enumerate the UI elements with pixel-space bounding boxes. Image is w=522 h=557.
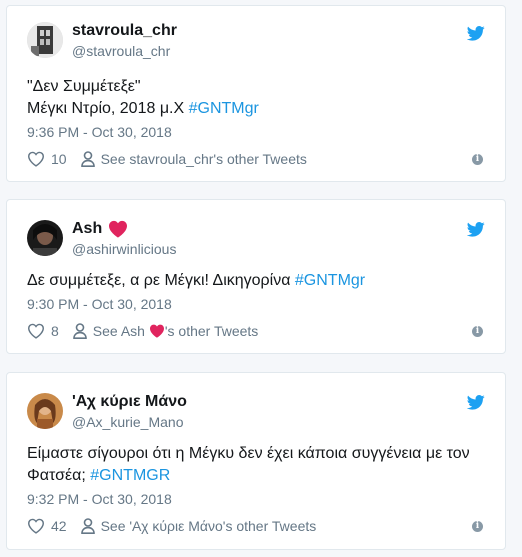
see-other-tweets-link[interactable]: See 'Αχ κύριε Μάνο's other Tweets [80, 518, 317, 534]
see-other-tweets-label: See 'Αχ κύριε Μάνο's other Tweets [100, 518, 317, 534]
avatar[interactable] [27, 22, 63, 58]
tweet-card: stavroula_chr @stavroula_chr "Δεν Συμμέτ… [6, 5, 506, 182]
red-heart-icon [149, 324, 164, 338]
see-other-tweets-label: See stavroula_chr's other Tweets [100, 151, 307, 167]
tweet-line: Δε συμμέτεξε, α ρε Μέγκι! Δικηγορίνα #GN… [27, 270, 489, 292]
tweet-line-text: Δε συμμέτεξε, α ρε Μέγκι! Δικηγορίνα [27, 272, 295, 289]
tweet-actions: 10 See stavroula_chr's other Tweets [27, 151, 307, 167]
hashtag-link[interactable]: #GNTMGR [90, 467, 170, 484]
person-icon [80, 518, 95, 534]
person-icon [80, 151, 95, 167]
person-icon [72, 323, 87, 339]
avatar[interactable] [27, 393, 63, 429]
twitter-bird-icon[interactable] [467, 395, 485, 410]
author-name[interactable]: 'Αχ κύριε Μάνο [72, 393, 187, 411]
heart-outline-icon [27, 518, 45, 534]
like-button[interactable]: 8 [27, 323, 59, 339]
hashtag-link[interactable]: #GNTMgr [189, 100, 259, 117]
author-name[interactable]: stavroula_chr [72, 22, 177, 40]
tweet-card: Ash @ashirwinlicious Δε συμμέτεξε, α ρε … [6, 199, 506, 354]
like-count: 42 [51, 518, 67, 534]
tweet-line: Φατσέα; #GNTMGR [27, 465, 489, 487]
tweet-line-text: Μέγκι Ντρίο, 2018 μ.Χ [27, 100, 189, 117]
heart-outline-icon [27, 323, 45, 339]
twitter-bird-icon[interactable] [467, 222, 485, 237]
info-icon[interactable]: i [472, 154, 483, 165]
info-icon[interactable]: i [472, 326, 483, 337]
see-other-tweets-link[interactable]: See stavroula_chr's other Tweets [80, 151, 307, 167]
see-other-tweets-label: See Ash 's other Tweets [92, 323, 259, 339]
red-heart-icon [109, 220, 128, 238]
twitter-bird-icon[interactable] [467, 26, 485, 41]
tweet-line: "Δεν Συμμέτεξε" [27, 78, 141, 95]
like-button[interactable]: 10 [27, 151, 67, 167]
info-icon[interactable]: i [472, 521, 483, 532]
like-count: 8 [51, 323, 59, 339]
author-handle[interactable]: @Ax_kurie_Mano [72, 414, 184, 430]
tweet-text: Δε συμμέτεξε, α ρε Μέγκι! Δικηγορίνα #GN… [27, 270, 489, 292]
timestamp-link[interactable]: 9:36 PM - Oct 30, 2018 [27, 124, 172, 140]
tweet-card: 'Αχ κύριε Μάνο @Ax_kurie_Mano Είμαστε σί… [6, 372, 506, 550]
hashtag-link[interactable]: #GNTMgr [295, 272, 365, 289]
like-count: 10 [51, 151, 67, 167]
tweet-text: "Δεν Συμμέτεξε" Μέγκι Ντρίο, 2018 μ.Χ #G… [27, 76, 489, 120]
heart-outline-icon [27, 151, 45, 167]
author-handle[interactable]: @stavroula_chr [72, 43, 170, 59]
tweet-line: Είμαστε σίγουροι ότι η Μέγκυ δεν έχει κά… [27, 445, 470, 462]
timestamp-link[interactable]: 9:32 PM - Oct 30, 2018 [27, 491, 172, 507]
avatar[interactable] [27, 220, 63, 256]
tweet-actions: 42 See 'Αχ κύριε Μάνο's other Tweets [27, 518, 316, 534]
see-other-tweets-link[interactable]: See Ash 's other Tweets [72, 323, 259, 339]
tweet-actions: 8 See Ash 's other Tweets [27, 323, 258, 339]
author-name[interactable]: Ash [72, 220, 128, 238]
tweet-text: Είμαστε σίγουροι ότι η Μέγκυ δεν έχει κά… [27, 443, 489, 487]
tweet-line-text: Φατσέα; [27, 467, 91, 484]
like-button[interactable]: 42 [27, 518, 67, 534]
timestamp-link[interactable]: 9:30 PM - Oct 30, 2018 [27, 296, 172, 312]
tweet-line: Μέγκι Ντρίο, 2018 μ.Χ #GNTMgr [27, 98, 489, 120]
author-handle[interactable]: @ashirwinlicious [72, 241, 176, 257]
